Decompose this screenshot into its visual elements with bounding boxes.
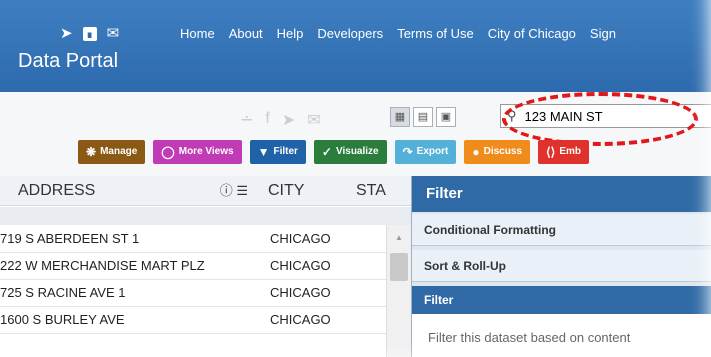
rss-icon[interactable]: ∎ bbox=[82, 27, 97, 41]
grid-spacer-row bbox=[0, 207, 411, 225]
search-input[interactable] bbox=[522, 107, 687, 125]
filter-section-body: Filter this dataset based on content bbox=[412, 314, 711, 357]
filter-button[interactable]: ▼ Filter bbox=[249, 140, 306, 164]
column-header-state[interactable]: STA bbox=[350, 176, 411, 206]
embed-button[interactable]: ⟨⟩ Emb bbox=[537, 140, 589, 164]
more-views-button[interactable]: ◯ More Views bbox=[153, 140, 242, 164]
top-nav: Home About Help Developers Terms of Use … bbox=[180, 26, 616, 41]
nav-about[interactable]: About bbox=[229, 26, 263, 41]
code-icon: ⟨⟩ bbox=[545, 145, 556, 159]
export-icon: ↷ bbox=[402, 145, 413, 159]
cell-city: CHICAGO bbox=[270, 285, 331, 300]
brand-logo[interactable]: Data Portal bbox=[18, 50, 118, 73]
cell-address: 725 S RACINE AVE 1 bbox=[0, 285, 126, 300]
sort-rollup-section[interactable]: Sort & Roll-Up bbox=[412, 250, 711, 282]
nav-home[interactable]: Home bbox=[180, 26, 215, 41]
app-window: ➤ ∎ ✉ Data Portal Home About Help Develo… bbox=[0, 0, 711, 357]
visualize-button[interactable]: ✓ Visualize bbox=[313, 140, 387, 164]
share-icons: ∸ f ➤ ✉ bbox=[240, 110, 321, 130]
chart-icon: ✓ bbox=[321, 145, 332, 159]
column-header-city[interactable]: CITY bbox=[262, 176, 350, 206]
cell-address: 719 S ABERDEEN ST 1 bbox=[0, 231, 140, 246]
discuss-button[interactable]: ● Discuss bbox=[464, 140, 530, 164]
binoculars-icon: ◯ bbox=[161, 145, 175, 159]
conditional-formatting-section[interactable]: Conditional Formatting bbox=[412, 214, 711, 246]
site-header: ➤ ∎ ✉ Data Portal Home About Help Develo… bbox=[0, 0, 711, 92]
search-icon[interactable]: ⚲ bbox=[507, 108, 517, 124]
table-row[interactable]: 725 S RACINE AVE 1 CHICAGO bbox=[0, 280, 411, 307]
export-button[interactable]: ↷ Export bbox=[394, 140, 457, 164]
scroll-thumb[interactable] bbox=[390, 253, 408, 281]
gear-icon: ❋ bbox=[86, 145, 97, 159]
twitter-icon[interactable]: ➤ bbox=[60, 26, 73, 42]
column-header-address[interactable]: ADDRESS ⓘ ☰ bbox=[0, 176, 262, 206]
cell-city: CHICAGO bbox=[270, 258, 331, 273]
twitter-share-icon[interactable]: ➤ bbox=[282, 110, 295, 130]
email-share-icon[interactable]: ✉ bbox=[307, 110, 320, 130]
view-mode-switch: ▦ ▤ ▣ bbox=[390, 107, 456, 127]
mail-icon[interactable]: ✉ bbox=[107, 26, 120, 42]
speech-bubble-icon: ● bbox=[472, 145, 480, 159]
page-view-icon[interactable]: ▣ bbox=[436, 107, 456, 127]
filter-panel: Filter Conditional Formatting Sort & Rol… bbox=[411, 176, 711, 357]
nav-developers[interactable]: Developers bbox=[317, 26, 383, 41]
column-menu-icons[interactable]: ⓘ ☰ bbox=[220, 176, 248, 206]
cell-address: 222 W MERCHANDISE MART PLZ bbox=[0, 258, 205, 273]
panel-title: Filter bbox=[412, 176, 711, 212]
data-grid: ADDRESS ⓘ ☰ CITY STA 719 S ABERDEEN ST 1… bbox=[0, 176, 412, 357]
cell-city: CHICAGO bbox=[270, 231, 331, 246]
action-buttons: ❋ Manage ◯ More Views ▼ Filter ✓ Visuali… bbox=[78, 140, 589, 164]
table-row[interactable]: 222 W MERCHANDISE MART PLZ CHICAGO bbox=[0, 253, 411, 280]
cell-address: 1600 S BURLEY AVE bbox=[0, 312, 125, 327]
list-view-icon[interactable]: ▤ bbox=[413, 107, 433, 127]
search-box: ⚲ bbox=[500, 104, 711, 128]
nav-terms[interactable]: Terms of Use bbox=[397, 26, 474, 41]
rss-feed-icon[interactable]: ∸ bbox=[240, 110, 253, 130]
scroll-up-icon[interactable]: ▲ bbox=[395, 233, 403, 242]
nav-city[interactable]: City of Chicago bbox=[488, 26, 576, 41]
nav-help[interactable]: Help bbox=[277, 26, 304, 41]
filter-section-header[interactable]: Filter bbox=[412, 286, 711, 314]
filter-description: Filter this dataset based on content bbox=[428, 330, 631, 345]
table-row[interactable]: 1600 S BURLEY AVE CHICAGO bbox=[0, 307, 411, 334]
manage-button[interactable]: ❋ Manage bbox=[78, 140, 146, 164]
social-icons: ➤ ∎ ✉ bbox=[60, 26, 119, 42]
funnel-icon: ▼ bbox=[257, 145, 270, 159]
nav-sign[interactable]: Sign bbox=[590, 26, 616, 41]
facebook-icon[interactable]: f bbox=[265, 110, 269, 130]
cell-city: CHICAGO bbox=[270, 312, 331, 327]
table-view-icon[interactable]: ▦ bbox=[390, 107, 410, 127]
vertical-scrollbar[interactable]: ▲ bbox=[386, 225, 412, 357]
table-row[interactable]: 719 S ABERDEEN ST 1 CHICAGO bbox=[0, 226, 411, 253]
